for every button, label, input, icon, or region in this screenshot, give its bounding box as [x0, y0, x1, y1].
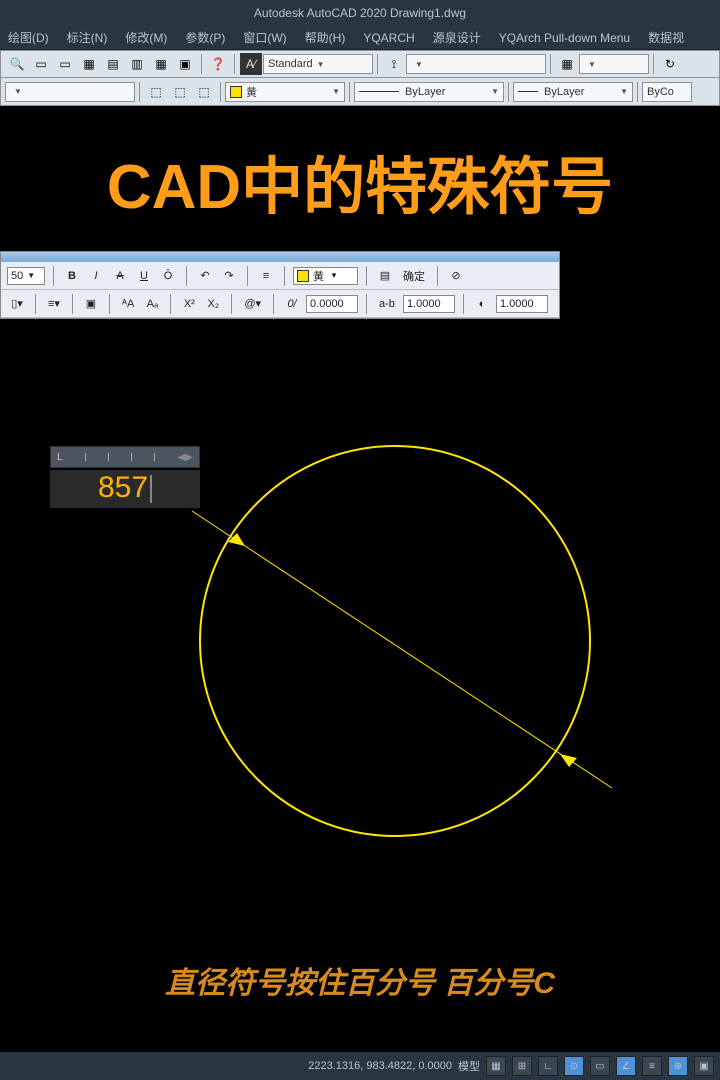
menu-yqarch[interactable]: YQARCH — [363, 31, 414, 45]
blocks-icon[interactable]: ▦ — [78, 53, 100, 75]
new-icon[interactable]: ▭ — [30, 53, 52, 75]
ortho-toggle-icon[interactable]: ∟ — [538, 1056, 558, 1076]
open-icon[interactable]: ▭ — [54, 53, 76, 75]
toolbar-main: 🔍 ▭ ▭ ▦ ▤ ▥ ▦ ▣ ❓ A⁄ Standard▼ ⟟ ▼ ▦ ▼ ↻ — [0, 50, 720, 78]
menu-help[interactable]: 帮助(H) — [305, 29, 346, 46]
layer-prev-icon[interactable]: ⬚ — [169, 81, 191, 103]
menu-yuanquan[interactable]: 源泉设计 — [433, 29, 481, 46]
menu-draw[interactable]: 绘图(D) — [8, 29, 49, 46]
separator — [637, 82, 638, 102]
separator — [349, 82, 350, 102]
menu-bar: 绘图(D) 标注(N) 修改(M) 参数(P) 窗口(W) 帮助(H) YQAR… — [0, 26, 720, 50]
arrow-end — [560, 754, 577, 767]
separator — [139, 82, 140, 102]
menu-data[interactable]: 数据视 — [648, 29, 684, 46]
geometry-svg — [0, 106, 720, 1006]
separator — [508, 82, 509, 102]
text-ruler[interactable]: L ◀▶ — [50, 446, 200, 468]
layer-combo[interactable]: ▼ — [5, 82, 135, 102]
layer-iso-icon[interactable]: ⬚ — [145, 81, 167, 103]
table-icon[interactable]: ▥ — [126, 53, 148, 75]
toolbar-layers: ▼ ⬚ ⬚ ⬚ 黄▼ ByLayer▼ ByLayer▼ ByCo — [0, 78, 720, 106]
find-icon[interactable]: 🔍 — [6, 53, 28, 75]
menu-param[interactable]: 参数(P) — [185, 29, 225, 46]
polar-toggle-icon[interactable]: ⊙ — [564, 1056, 584, 1076]
coords-readout: 2223.1316, 983.4822, 0.0000 — [308, 1060, 452, 1072]
osnap-toggle-icon[interactable]: ▭ — [590, 1056, 610, 1076]
ruler-handle-icon[interactable]: ◀▶ — [178, 452, 193, 463]
layers-icon[interactable]: ▤ — [102, 53, 124, 75]
refresh-icon[interactable]: ↻ — [659, 53, 681, 75]
model-tab[interactable]: 模型 — [458, 1058, 480, 1074]
dimension-value: 857 — [98, 471, 148, 504]
tblstyle-icon[interactable]: ▦ — [556, 53, 578, 75]
circle-entity — [200, 446, 590, 836]
textstyle-icon[interactable]: A⁄ — [240, 53, 262, 75]
dimstyle-icon[interactable]: ⟟ — [383, 53, 405, 75]
snap-toggle-icon[interactable]: ⊞ — [512, 1056, 532, 1076]
linetype-combo[interactable]: ByLayer▼ — [354, 82, 504, 102]
tbl-combo[interactable]: ▼ — [579, 54, 649, 74]
title-bar: Autodesk AutoCAD 2020 Drawing1.dwg — [0, 0, 720, 26]
plotstyle-combo[interactable]: ByCo — [642, 82, 692, 102]
separator — [377, 54, 378, 74]
menu-yqpull[interactable]: YQArch Pull-down Menu — [499, 31, 630, 45]
lwt-toggle-icon[interactable]: ≡ — [642, 1056, 662, 1076]
layer-state-icon[interactable]: ⬚ — [193, 81, 215, 103]
overlay-subtitle: 直径符号按住百分号 百分号C — [0, 958, 720, 1002]
menu-modify[interactable]: 修改(M) — [125, 29, 167, 46]
separator — [653, 54, 654, 74]
diameter-line — [192, 511, 612, 788]
ruler-L-icon: L — [57, 452, 63, 463]
lineweight-combo[interactable]: ByLayer▼ — [513, 82, 633, 102]
dimension-editor: L ◀▶ 857 — [50, 446, 200, 508]
check-icon[interactable]: ▣ — [174, 53, 196, 75]
separator — [201, 54, 202, 74]
style-combo[interactable]: Standard▼ — [263, 54, 373, 74]
separator — [220, 82, 221, 102]
dimension-input[interactable]: 857 — [50, 470, 200, 508]
drawing-canvas[interactable]: CAD中的特殊符号 50▼ B I A U Ō ↶ ↷ ≡ 黄▼ ▤ 确定 ⊘ … — [0, 106, 720, 1052]
info-icon[interactable]: ❓ — [207, 53, 229, 75]
otrack-toggle-icon[interactable]: ∠ — [616, 1056, 636, 1076]
separator — [550, 54, 551, 74]
menu-dim[interactable]: 标注(N) — [67, 29, 108, 46]
grid-icon[interactable]: ▦ — [150, 53, 172, 75]
menu-window[interactable]: 窗口(W) — [243, 29, 286, 46]
dyn-toggle-icon[interactable]: ⊕ — [668, 1056, 688, 1076]
status-bar: 2223.1316, 983.4822, 0.0000 模型 ▦ ⊞ ∟ ⊙ ▭… — [0, 1052, 720, 1080]
grid-toggle-icon[interactable]: ▦ — [486, 1056, 506, 1076]
separator — [234, 54, 235, 74]
color-combo[interactable]: 黄▼ — [225, 82, 345, 102]
qp-toggle-icon[interactable]: ▣ — [694, 1056, 714, 1076]
dim-combo[interactable]: ▼ — [406, 54, 546, 74]
